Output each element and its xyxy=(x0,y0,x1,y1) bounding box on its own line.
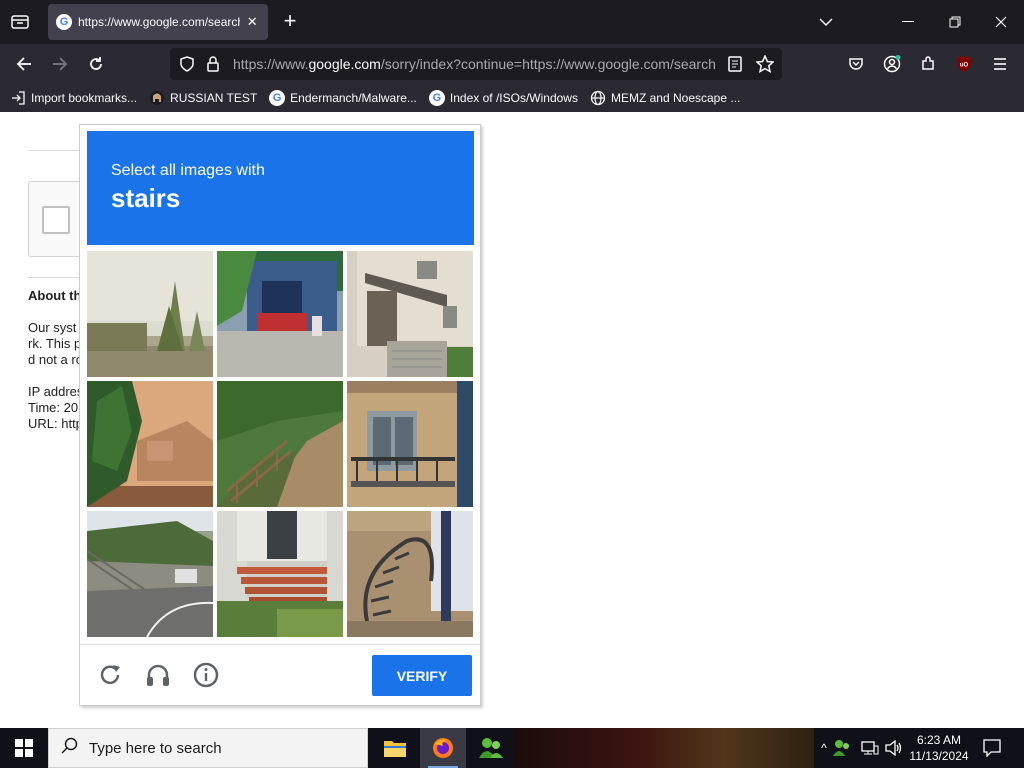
messenger-icon[interactable] xyxy=(468,728,514,768)
captcha-tile[interactable] xyxy=(347,381,473,507)
bookmark-import[interactable]: Import bookmarks... xyxy=(10,90,137,106)
captcha-tile[interactable] xyxy=(347,511,473,637)
reload-icon[interactable] xyxy=(84,52,108,76)
time-line: Time: 20 xyxy=(28,400,79,415)
challenge-instruction: Select all images with xyxy=(111,162,265,179)
ip-address-line: IP addres xyxy=(28,384,84,399)
recaptcha-challenge-popup: Select all images with stairs VERIFY xyxy=(79,124,481,706)
url-text: https://www.google.com/sorry/index?conti… xyxy=(233,56,716,72)
file-explorer-icon[interactable] xyxy=(372,728,418,768)
tab-google[interactable]: G https://www.google.com/search?q= ✕ xyxy=(48,4,268,40)
browser-chrome: G https://www.google.com/search?q= ✕ + xyxy=(0,0,1024,112)
challenge-header: Select all images with stairs xyxy=(87,131,474,245)
lock-icon[interactable] xyxy=(206,56,220,77)
bookmark-memz[interactable]: MEMZ and Noescape ... xyxy=(590,90,740,106)
bookmark-russian-test[interactable]: RUSSIAN TEST xyxy=(149,90,257,106)
captcha-tile[interactable] xyxy=(217,381,343,507)
bookmarks-toolbar: Import bookmarks... RUSSIAN TEST G Ender… xyxy=(0,84,1024,112)
url-line: URL: http xyxy=(28,416,83,431)
forward-arrow-icon[interactable] xyxy=(48,52,72,76)
clock-time: 6:23 AM xyxy=(916,733,962,747)
search-icon xyxy=(61,737,79,760)
firefox-icon[interactable] xyxy=(420,728,466,768)
import-icon xyxy=(10,90,26,106)
tab-list-icon[interactable] xyxy=(8,10,32,34)
navigation-toolbar: https://www.google.com/sorry/index?conti… xyxy=(0,44,1024,84)
page-text-line: d not a ro xyxy=(28,352,83,367)
taskbar-wallpaper xyxy=(514,728,814,768)
challenge-object: stairs xyxy=(111,183,181,213)
recaptcha-checkbox[interactable] xyxy=(42,206,70,234)
google-g-icon: G xyxy=(269,90,286,106)
info-icon[interactable] xyxy=(192,661,220,689)
captcha-tile[interactable] xyxy=(217,511,343,637)
captcha-tile[interactable] xyxy=(347,251,473,377)
google-g-icon: G xyxy=(56,14,72,30)
extensions-icon[interactable] xyxy=(916,52,940,76)
clock-date: 11/13/2024 xyxy=(909,749,969,763)
chevron-up-icon[interactable]: ^ xyxy=(814,738,834,758)
restore-icon[interactable] xyxy=(945,12,965,32)
about-heading: About th xyxy=(28,288,82,303)
taskbar-search-box[interactable]: Type here to search xyxy=(48,728,368,768)
image-grid xyxy=(87,251,474,638)
system-clock[interactable]: 6:23 AM 11/13/2024 xyxy=(906,732,972,764)
captcha-tile[interactable] xyxy=(87,511,213,637)
tray-app-icon[interactable] xyxy=(832,738,852,758)
search-placeholder: Type here to search xyxy=(89,739,222,757)
page-text-line: Our syst xyxy=(28,320,77,335)
svg-text:uO: uO xyxy=(960,63,969,69)
reader-view-icon[interactable] xyxy=(728,56,742,77)
close-window-icon[interactable] xyxy=(991,12,1011,32)
tracking-shield-icon[interactable] xyxy=(179,56,195,77)
globe-icon xyxy=(590,90,606,106)
notification-icon[interactable] xyxy=(980,736,1004,760)
url-bar[interactable]: https://www.google.com/sorry/index?conti… xyxy=(170,48,782,80)
bookmark-endermanch[interactable]: G Endermanch/Malware... xyxy=(269,90,417,106)
hamburger-menu-icon[interactable] xyxy=(988,52,1012,76)
list-all-tabs-icon[interactable] xyxy=(816,12,836,32)
tab-title: https://www.google.com/search?q= xyxy=(78,15,240,29)
network-icon[interactable] xyxy=(860,738,880,758)
pocket-icon[interactable] xyxy=(844,52,868,76)
ublock-origin-icon[interactable]: uO xyxy=(952,52,976,76)
page-text-line: rk. This p xyxy=(28,336,82,351)
reload-challenge-icon[interactable] xyxy=(96,661,124,689)
new-tab-icon[interactable]: + xyxy=(278,10,302,34)
account-icon[interactable] xyxy=(880,52,904,76)
captcha-tile[interactable] xyxy=(87,251,213,377)
minimize-icon[interactable] xyxy=(898,12,918,32)
github-icon xyxy=(149,90,165,106)
windows-taskbar: Type here to search ^ 6:23 AM 11/13/2024 xyxy=(0,728,1024,768)
captcha-tile[interactable] xyxy=(87,381,213,507)
bookmark-index-isos[interactable]: G Index of /ISOs/Windows xyxy=(428,90,578,106)
start-windows-icon[interactable] xyxy=(0,728,48,768)
close-tab-icon[interactable]: ✕ xyxy=(244,14,260,30)
bookmark-star-icon[interactable] xyxy=(755,54,775,78)
captcha-tile[interactable] xyxy=(217,251,343,377)
back-arrow-icon[interactable] xyxy=(12,52,36,76)
headphones-icon[interactable] xyxy=(144,661,172,689)
tab-strip: G https://www.google.com/search?q= ✕ + xyxy=(0,0,1024,44)
google-g-icon: G xyxy=(428,90,445,106)
volume-icon[interactable] xyxy=(884,738,904,758)
footer-divider xyxy=(80,644,480,645)
verify-button[interactable]: VERIFY xyxy=(372,655,472,696)
